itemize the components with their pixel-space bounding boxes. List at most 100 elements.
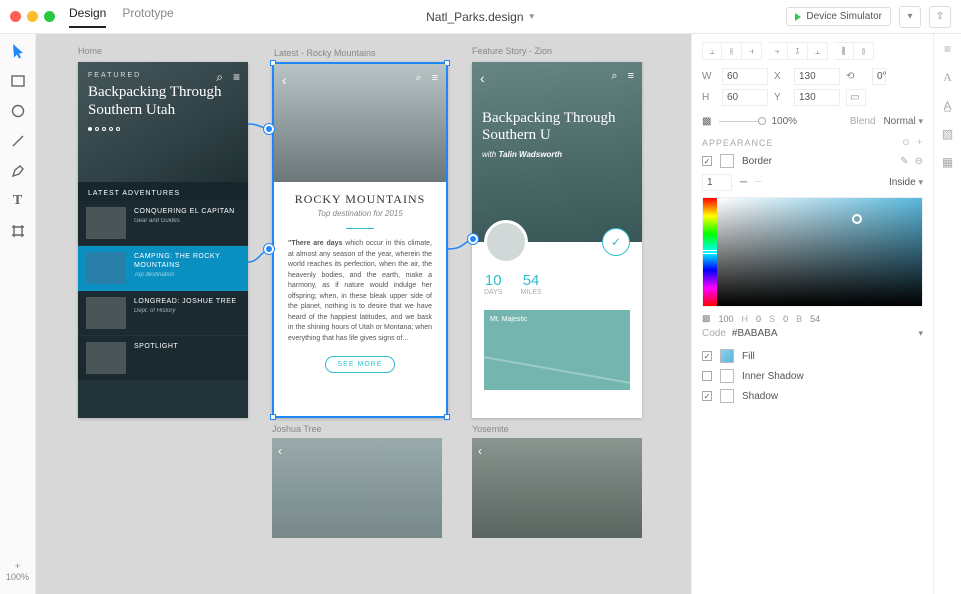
close-window-button[interactable] xyxy=(10,11,21,22)
hue-slider[interactable] xyxy=(703,198,717,306)
back-icon[interactable]: ‹ xyxy=(480,70,485,86)
align-left-button[interactable]: ⫠ xyxy=(702,42,722,60)
opacity-slider[interactable] xyxy=(719,121,763,122)
artboard-label[interactable]: Latest - Rocky Mountains xyxy=(274,48,376,58)
menu-icon[interactable]: ≡ xyxy=(628,70,634,83)
stroke-solid-icon[interactable]: ─ xyxy=(740,177,747,188)
border-checkbox[interactable] xyxy=(702,156,712,166)
tab-design[interactable]: Design xyxy=(69,6,106,28)
chevron-down-button[interactable]: ▾ xyxy=(899,6,921,28)
wire-endpoint[interactable] xyxy=(264,244,274,254)
wire-endpoint[interactable] xyxy=(264,124,274,134)
add-icon[interactable]: + xyxy=(917,137,923,148)
artboard-home[interactable]: Home ⌕ ≡ FEATURED Backpacking Through So… xyxy=(78,62,248,418)
zoom-control[interactable]: + 100% xyxy=(6,561,29,584)
artboard-label[interactable]: Home xyxy=(78,46,102,56)
distribute-v-button[interactable]: ⫾ xyxy=(854,42,874,60)
fill-checkbox[interactable] xyxy=(702,351,712,361)
device-simulator-button[interactable]: Device Simulator xyxy=(786,7,891,26)
favorite-button[interactable]: ✓ xyxy=(602,228,630,256)
maximize-window-button[interactable] xyxy=(44,11,55,22)
stroke-position-select[interactable]: Inside ▾ xyxy=(889,177,923,188)
minimize-window-button[interactable] xyxy=(27,11,38,22)
assets-tab-icon[interactable]: ▦ xyxy=(942,155,953,169)
back-icon[interactable]: ‹ xyxy=(278,444,282,458)
share-button[interactable]: ⇧ xyxy=(929,6,951,28)
artboard-yosemite[interactable]: Yosemite ‹ xyxy=(472,438,642,538)
inner-shadow-checkbox[interactable] xyxy=(702,371,712,381)
text-tool[interactable]: T xyxy=(9,192,27,210)
alpha-input[interactable]: 100 xyxy=(719,314,734,324)
align-center-h-button[interactable]: ⫲ xyxy=(722,42,742,60)
saturation-value-area[interactable] xyxy=(717,198,922,306)
eyedropper-icon[interactable]: ✎ xyxy=(900,156,908,167)
style-tab-icon[interactable]: A̲ xyxy=(943,99,951,113)
artboard-zion[interactable]: Feature Story - Zion ‹ ⌕≡ Backpacking Th… xyxy=(472,62,642,418)
pen-tool[interactable] xyxy=(9,162,27,180)
chevron-down-icon[interactable]: ▾ xyxy=(918,328,923,339)
height-input[interactable]: 60 xyxy=(722,89,768,106)
artboard-tool[interactable] xyxy=(9,222,27,240)
stroke-dash-icon[interactable]: ┄ xyxy=(755,177,761,188)
artboard-joshua-tree[interactable]: Joshua Tree ‹ xyxy=(272,438,442,538)
x-input[interactable]: 130 xyxy=(794,68,840,85)
tab-prototype[interactable]: Prototype xyxy=(122,6,173,28)
artboard-label[interactable]: Joshua Tree xyxy=(272,424,322,434)
stroke-width-input[interactable]: 1 xyxy=(702,174,732,191)
search-icon[interactable]: ⌕ xyxy=(611,70,617,83)
opacity-value[interactable]: 100% xyxy=(771,116,797,127)
artboard-label[interactable]: Yosemite xyxy=(472,424,509,434)
pagination-dots[interactable] xyxy=(88,127,238,131)
align-right-button[interactable]: ⫞ xyxy=(742,42,762,60)
main: T + 100% Home ⌕ ≡ FEATURED Backpacking T… xyxy=(0,34,961,594)
appearance-header: APPEARANCE ⊙+ xyxy=(702,137,923,148)
distribute-h-button[interactable]: ⫼ xyxy=(834,42,854,60)
hue-input[interactable]: 0 xyxy=(756,314,761,324)
bri-input[interactable]: 54 xyxy=(810,314,820,324)
color-picker[interactable] xyxy=(702,197,923,307)
menu-icon[interactable]: ≡ xyxy=(432,72,438,85)
rectangle-tool[interactable] xyxy=(9,72,27,90)
fill-tab-icon[interactable]: ▧ xyxy=(942,127,953,141)
text-tab-icon[interactable]: A xyxy=(943,70,952,85)
list-item-title: CAMPING: THE ROCKY MOUNTAINS xyxy=(134,252,240,270)
color-code-input[interactable]: #BABABA xyxy=(732,328,778,339)
list-item[interactable]: LONGREAD: JOSHUE TREEDept. of History xyxy=(78,291,248,336)
see-more-button[interactable]: SEE MORE xyxy=(325,356,395,373)
align-bottom-button[interactable]: ⫠ xyxy=(808,42,828,60)
eyedropper-icon[interactable]: ⊙ xyxy=(902,137,911,148)
list-item[interactable]: CAMPING: THE ROCKY MOUNTAINSTop destinat… xyxy=(78,246,248,291)
border-swatch[interactable] xyxy=(720,154,734,168)
canvas[interactable]: Home ⌕ ≡ FEATURED Backpacking Through So… xyxy=(36,34,691,594)
y-input[interactable]: 130 xyxy=(794,89,840,106)
aspect-lock-icon[interactable]: ▭ xyxy=(846,89,866,106)
list-item[interactable]: SPOTLIGHT xyxy=(78,336,248,380)
ellipse-tool[interactable] xyxy=(9,102,27,120)
list-item-title: SPOTLIGHT xyxy=(134,342,178,351)
align-center-v-button[interactable]: ⫱ xyxy=(788,42,808,60)
inner-shadow-swatch[interactable] xyxy=(720,369,734,383)
list-item[interactable]: CONQUERING EL CAPITANGear and Guides xyxy=(78,201,248,246)
layers-tab-icon[interactable]: ≡ xyxy=(944,42,951,56)
select-tool[interactable] xyxy=(9,42,27,60)
align-top-button[interactable]: ⫟ xyxy=(768,42,788,60)
shadow-checkbox[interactable] xyxy=(702,391,712,401)
selection-handle[interactable] xyxy=(270,414,276,420)
fill-swatch[interactable] xyxy=(720,349,734,363)
back-icon[interactable]: ‹ xyxy=(282,72,287,88)
back-icon[interactable]: ‹ xyxy=(478,444,482,458)
line-tool[interactable] xyxy=(9,132,27,150)
zoom-plus-icon: + xyxy=(6,561,29,573)
remove-icon[interactable]: ⊖ xyxy=(915,156,923,167)
selection-handle[interactable] xyxy=(444,414,450,420)
artboard-label[interactable]: Feature Story - Zion xyxy=(472,46,552,56)
shadow-swatch[interactable] xyxy=(720,389,734,403)
width-input[interactable]: 60 xyxy=(722,68,768,85)
wire-endpoint[interactable] xyxy=(468,234,478,244)
blend-mode-select[interactable]: Normal ▾ xyxy=(883,116,923,127)
artboard-rocky-mountains[interactable]: Latest - Rocky Mountains ‹ ⌕≡ ROCKY MOUN… xyxy=(272,62,448,418)
sat-input[interactable]: 0 xyxy=(783,314,788,324)
document-title[interactable]: Natl_Parks.design ▾ xyxy=(174,10,787,24)
search-icon[interactable]: ⌕ xyxy=(415,72,421,85)
rotation-input[interactable]: 0° xyxy=(872,68,886,85)
